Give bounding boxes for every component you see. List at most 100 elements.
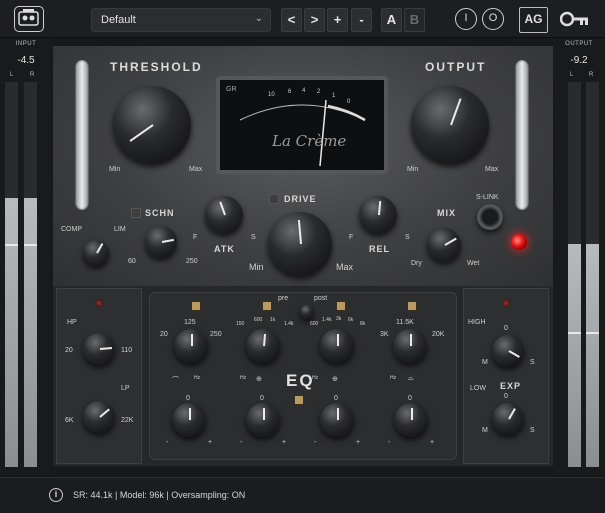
eq-band4-hi: 20K [432,331,445,338]
comp-lim-switch[interactable] [83,240,109,266]
status-text: SR: 44.1k | Model: 96k | Oversampling: O… [73,490,246,500]
high-shelf-icon[interactable]: ⌓ [408,375,414,383]
output-gain-knob[interactable] [411,86,489,164]
next-preset-button[interactable]: > [304,8,325,32]
eq-band3-scale-1: 1.4k [322,317,332,323]
eq-title: EQ [286,371,315,390]
comp-lim-switch-pointer [96,242,104,254]
eq-band4-gain-knob[interactable] [394,403,428,437]
sidechain-hp-knob[interactable] [145,226,177,258]
eq-band4-mid: 11.5K [396,319,414,326]
eq-band2-hz: Hz [240,375,247,381]
output-meter-left-fill [568,243,581,467]
output-meter-right-fill [586,243,599,467]
bell-icon[interactable]: ⊕ [256,375,262,383]
hp-label: HP [67,319,77,326]
expander-led[interactable] [502,299,510,307]
hp-filter-knob[interactable] [83,333,115,365]
eq-band4-hz: Hz [390,375,397,381]
input-meter-left[interactable] [5,82,18,467]
drive-knob[interactable] [268,212,332,276]
eq-band1-minus: - [166,439,169,446]
slink-button[interactable] [477,204,503,230]
threshold-max-label: Max [189,166,203,173]
eq-band2-scale-3: 1.4k [284,321,294,327]
eq-band1-freq-pointer [191,334,193,346]
input-value: -4.5 [17,55,35,66]
state-a-button[interactable]: A [381,8,402,32]
filter-led[interactable] [95,299,103,307]
power-in-button[interactable]: I [455,8,477,30]
eq-band1-gain-knob[interactable] [172,403,206,437]
mix-knob[interactable] [427,228,461,262]
eq-band1-freq-knob[interactable] [174,329,208,363]
lp-filter-knob[interactable] [83,401,115,433]
eq-band4-freq-knob[interactable] [393,329,427,363]
eq-band4-gain-pointer [411,408,413,420]
eq-enable-toggle[interactable] [294,395,304,405]
lower-section: HP 20 110 LP 6K 22K pre post 125 20 250 … [53,286,553,466]
gr-vu-meter: GR 10 6 4 2 1 0 La Crème [216,76,388,174]
eq-band2-scale-1: 600 [254,317,263,323]
state-b-button[interactable]: B [404,8,425,32]
power-out-button[interactable]: O [482,8,504,30]
threshold-knob[interactable] [113,86,191,164]
delete-preset-button[interactable]: - [351,8,372,32]
vu-brand: La Crème [272,132,347,150]
sidechain-hp-max: 250 [186,258,198,265]
lp-filter-pointer [99,408,110,418]
eq-band3-scale-2: 3k [336,316,342,322]
input-meter-panel: INPUT -4.5 L R [0,39,52,475]
eq-band2-freq-knob[interactable] [246,329,280,363]
drive-max-label: Max [336,262,354,272]
preset-dropdown[interactable]: Default ⌄ [91,8,271,32]
sidechain-hp-min: 60 [128,258,136,265]
hp-filter-pointer [99,346,113,350]
eq-band4-minus: - [388,439,391,446]
eq-band2-gain-knob[interactable] [246,403,280,437]
input-meter-right[interactable] [24,82,37,467]
eq-band1-enable[interactable] [191,301,201,311]
eq-band3-enable[interactable] [336,301,346,311]
mix-dry-label: Dry [411,260,422,267]
attack-fast-label: F [193,234,198,241]
output-meter-right[interactable] [586,82,599,467]
save-preset-button[interactable]: + [327,8,348,32]
eq-band3-gain-knob[interactable] [320,403,354,437]
plugin-logo-icon[interactable] [14,6,44,32]
lp-max-label: 22K [121,417,134,424]
eq-band2-gain-zero: 0 [260,395,264,402]
drive-toggle[interactable] [269,194,279,204]
exp-low-knob[interactable] [492,403,524,435]
eq-band2-plus: + [282,439,287,446]
eq-post-label: post [314,295,328,302]
status-bar: i SR: 44.1k | Model: 96k | Oversampling:… [0,477,605,513]
attack-slow-label: S [251,234,256,241]
release-knob[interactable] [359,196,397,234]
input-label: INPUT [15,41,37,47]
key-icon[interactable] [559,10,590,28]
bell-icon[interactable]: ⊕ [332,375,338,383]
eq-band4-enable[interactable] [407,301,417,311]
exp-high-label: HIGH [468,319,486,326]
eq-band2-enable[interactable] [262,301,272,311]
attack-label: ATK [214,244,235,254]
mix-wet-label: Wet [467,260,480,267]
info-icon[interactable]: i [49,488,63,502]
attack-knob[interactable] [205,196,243,234]
low-shelf-icon[interactable]: ⌒ [172,375,179,385]
output-meter-left[interactable] [568,82,581,467]
attack-knob-pointer [219,201,226,216]
ag-button[interactable]: AG [519,7,548,33]
output-knob-pointer [450,98,462,126]
output-r-label: R [589,72,594,78]
prev-preset-button[interactable]: < [281,8,302,32]
power-led[interactable] [511,234,527,250]
threshold-rail [75,60,89,210]
vu-scale-1: 1 [332,93,336,99]
exp-high-knob[interactable] [492,335,524,367]
eq-pre-post-switch[interactable] [300,305,314,319]
sidechain-toggle[interactable] [131,208,141,218]
exp-low-label: LOW [470,385,486,392]
eq-band3-freq-knob[interactable] [320,329,354,363]
